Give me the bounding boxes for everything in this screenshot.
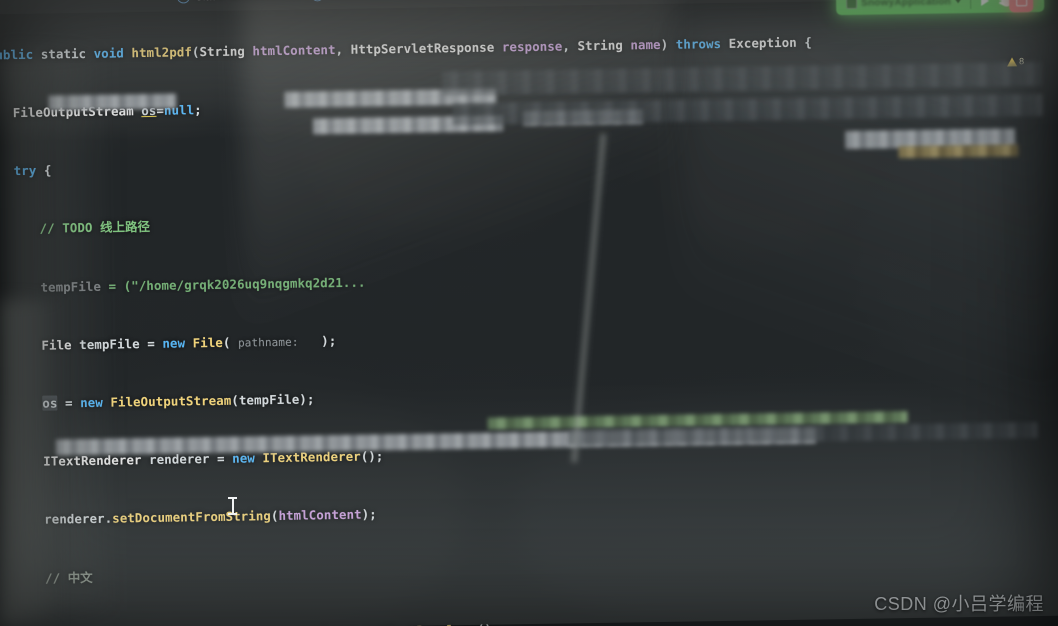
watermark: CSDN @小吕学编程 — [874, 594, 1044, 614]
redacted-region — [48, 93, 177, 111]
code-line: // TODO 线上路径 — [39, 219, 151, 237]
code-line: try { — [13, 162, 52, 179]
i-beam-cursor — [228, 497, 237, 517]
redacted-region — [898, 144, 1019, 159]
code-line: // 中文 — [44, 569, 93, 586]
ide-window: ClassPathResource.class TicketServiceImp… — [0, 0, 1058, 626]
code-line: os = new FileOutputStream(tempFile); — [0, 378, 1045, 414]
code-line-redacted: tempFile = ("/home/grqk2026uq9nqgmkq2d21… — [40, 274, 366, 295]
code-line: renderer.setDocumentFromString(htmlConte… — [44, 506, 377, 528]
photo-edge-blur — [0, 300, 60, 626]
code-line: File tempFile = new File( pathname: ); — [41, 332, 337, 353]
photo-backdrop: ClassPathResource.class TicketServiceImp… — [0, 0, 1058, 626]
code-line: public static void html2pdf(String htmlC… — [0, 34, 812, 63]
